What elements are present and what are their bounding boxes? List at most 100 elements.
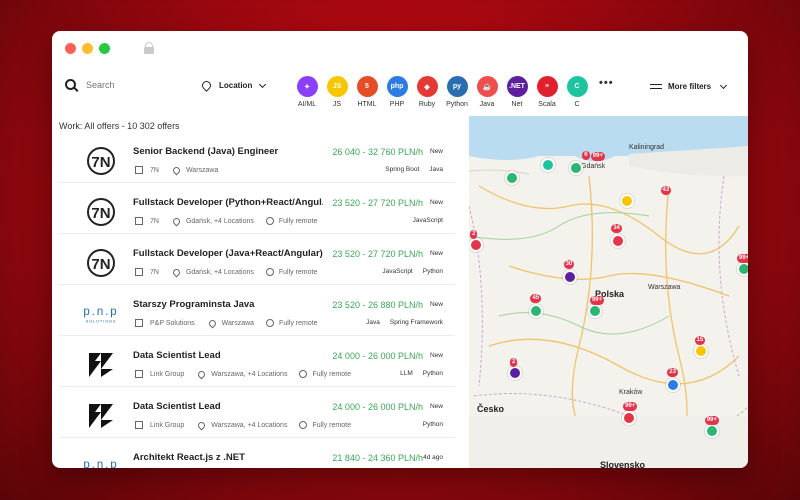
offer-badge: 4d ago [423,454,443,461]
offer-location: Warszawa [221,319,255,327]
offer-row[interactable]: Data Scientist Lead 24 000 - 26 000 PLN/h… [59,391,455,438]
offers-map[interactable]: Kaliningrad Gdańsk Polska Warszawa Krakó… [469,116,748,468]
skill-tag: Java [366,319,380,326]
map-cluster-count: 99+ [704,416,719,425]
offer-count-title: Work: All offers - 10 302 offers [59,121,180,131]
location-pin-icon [196,369,207,379]
offer-tags: LLM Python [390,370,443,377]
python-icon: py [446,76,468,97]
tech-filter-scala[interactable]: ≡ Scala [532,76,562,108]
offer-tags: JavaScript [403,217,443,224]
map-cluster-marker[interactable] [528,304,543,318]
map-cluster-marker[interactable] [610,234,625,248]
remote-label: Fully remote [278,217,318,225]
skill-tag: JavaScript [412,217,443,224]
more-filters-button[interactable]: More filters [650,81,728,91]
tech-filter-net[interactable]: .NET Net [502,76,532,108]
offer-row[interactable]: p.n.pSOLUTIONS Architekt React.js z .NET 2… [59,442,455,468]
company-name: Link Group [150,421,185,429]
offer-title: Architekt React.js z .NET [133,452,245,463]
sliders-icon [650,83,662,91]
offer-row[interactable]: p.n.p SOLUTIONS Starszy Programinsta Java 2… [59,289,455,336]
map-cluster-count: 23 [667,368,678,377]
tech-filter-html[interactable]: 5 HTML [352,76,382,108]
map-cluster-marker[interactable] [588,304,602,318]
offer-salary: 23 520 - 26 880 PLN/h [332,300,423,310]
scala-icon: ≡ [536,76,558,97]
tech-filter-ruby[interactable]: ◆ Ruby [412,76,442,108]
remote-icon [265,217,274,225]
map-cluster-marker[interactable] [562,270,577,284]
offer-title: Starszy Programinsta Java [133,299,255,310]
chevron-down-icon [259,80,267,88]
company-logo: p.n.p SOLUTIONS [77,297,125,331]
map-cluster-count: 99+ [589,296,605,305]
company-name: Link Group [150,370,185,378]
search-box[interactable] [65,79,176,90]
offer-meta: Link Group Warszawa, +4 Locations Fully re… [135,420,351,430]
technology-filters: ✦ AI/ML JS JS 5 HTML php PHP ◆ Ruby py Python ☕ Java.… [292,76,592,108]
tech-label: Java [479,101,495,108]
tech-label: JS [332,101,342,108]
location-pin-icon [196,420,207,430]
tech-filter-php[interactable]: php PHP [382,76,412,108]
tech-filter-ai-ml[interactable]: ✦ AI/ML [292,76,322,108]
offer-row[interactable]: 7N Fullstack Developer (Java+React/Angula… [59,238,455,285]
map-cluster-count: 99+ [623,402,638,411]
offer-badge: New [429,199,443,206]
offer-meta: Link Group Warszawa, +4 Locations Fully re… [135,369,351,379]
tech-label: Scala [538,101,556,108]
remote-label: Fully remote [312,370,351,378]
offer-tags: Java Spring Framework [356,319,443,326]
remote-label: Fully remote [278,268,318,276]
minimize-window-button[interactable] [82,42,93,54]
map-cluster-count: 15 [694,336,706,345]
close-window-button[interactable] [65,42,76,54]
building-icon [135,319,143,327]
php-icon: php [386,76,408,97]
location-pin-icon [171,216,182,226]
tech-label: PHP [389,101,405,108]
remote-icon [299,370,308,378]
search-input[interactable] [86,79,176,90]
title-bar [52,31,748,65]
remote-icon [265,268,274,276]
city-label: Česko [477,404,505,414]
offer-salary: 23 520 - 27 720 PLN/h [332,249,423,259]
map-cluster-marker[interactable] [469,238,483,252]
company-logo [77,348,125,382]
location-dropdown[interactable]: Location [200,79,267,92]
skill-tag: Java [429,166,443,173]
offer-badge: New [429,250,443,257]
map-cluster-marker[interactable] [622,411,636,425]
map-cluster-marker[interactable] [736,262,748,276]
tech-filter-c[interactable]: CC [562,76,592,108]
more-technologies-button[interactable]: ••• [599,77,614,89]
svg-text:7N: 7N [91,154,110,171]
offer-location: Warszawa, +4 Locations [211,370,288,378]
maximize-window-button[interactable] [99,42,110,54]
tech-filter-js[interactable]: JS JS [322,76,352,108]
tech-label: Ruby [418,101,436,108]
offer-salary: 24 000 - 26 000 PLN/h [332,351,423,361]
tech-filter-python[interactable]: py Python [442,76,472,108]
skill-tag: LLM [400,370,413,377]
skill-tag: Python [422,421,443,428]
svg-text:p.n.p: p.n.p [83,306,118,318]
offer-badge: New [429,301,443,308]
city-label: Kraków [619,389,643,396]
offer-row[interactable]: 7N Senior Backend (Java) Engineer 26 040 -… [59,136,455,183]
offer-title: Fullstack Developer (Java+React/Angular) [133,248,323,259]
offer-meta: 7N Gdańsk, +4 Locations Fully remote [135,216,318,226]
map-cluster-marker[interactable] [504,171,519,185]
offer-row[interactable]: Data Scientist Lead 24 000 - 26 000 PLN/h… [59,340,455,387]
map-cluster-marker[interactable] [508,366,523,380]
offer-salary: 23 520 - 27 720 PLN/h [332,198,423,208]
sparkle-icon: ✦ [296,76,318,97]
c-icon: C [566,76,588,97]
offer-row[interactable]: 7N Fullstack Developer (Python+React/Angu… [59,187,455,234]
offer-title: Data Scientist Lead [133,350,221,361]
building-icon [135,166,143,174]
location-pin-icon [207,318,218,328]
tech-filter-java[interactable]: ☕ Java [472,76,502,108]
